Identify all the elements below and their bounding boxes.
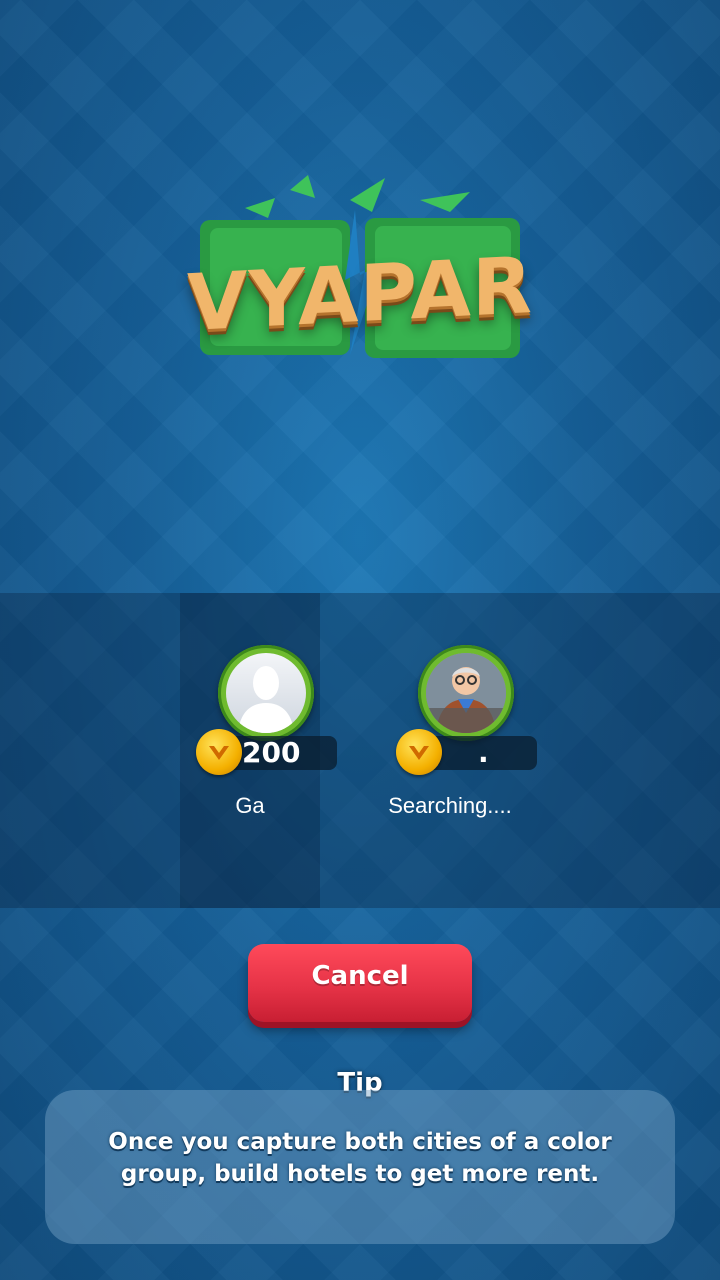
avatar — [418, 645, 514, 741]
coin-balance-value: 200 — [242, 736, 301, 769]
tip-text: Once you capture both cities of a color … — [108, 1129, 612, 1187]
coin-icon — [196, 729, 242, 775]
player-slot-self: 200 Ga — [180, 593, 337, 908]
cancel-button[interactable]: Cancel — [248, 944, 472, 1022]
coin-balance-value: . — [478, 736, 489, 769]
player-status: Searching.... — [388, 793, 512, 818]
coin-icon — [396, 729, 442, 775]
players-panel: 200 Ga . Searching.... — [0, 593, 720, 908]
tip-box: Once you capture both cities of a color … — [45, 1090, 675, 1244]
default-user-icon — [238, 666, 294, 733]
player-slot-opponent: . Searching.... — [380, 593, 537, 908]
player-name: Ga — [235, 793, 265, 818]
avatar — [218, 645, 314, 741]
game-logo: VYAPAR — [150, 170, 570, 370]
opponent-avatar-icon — [426, 653, 506, 733]
